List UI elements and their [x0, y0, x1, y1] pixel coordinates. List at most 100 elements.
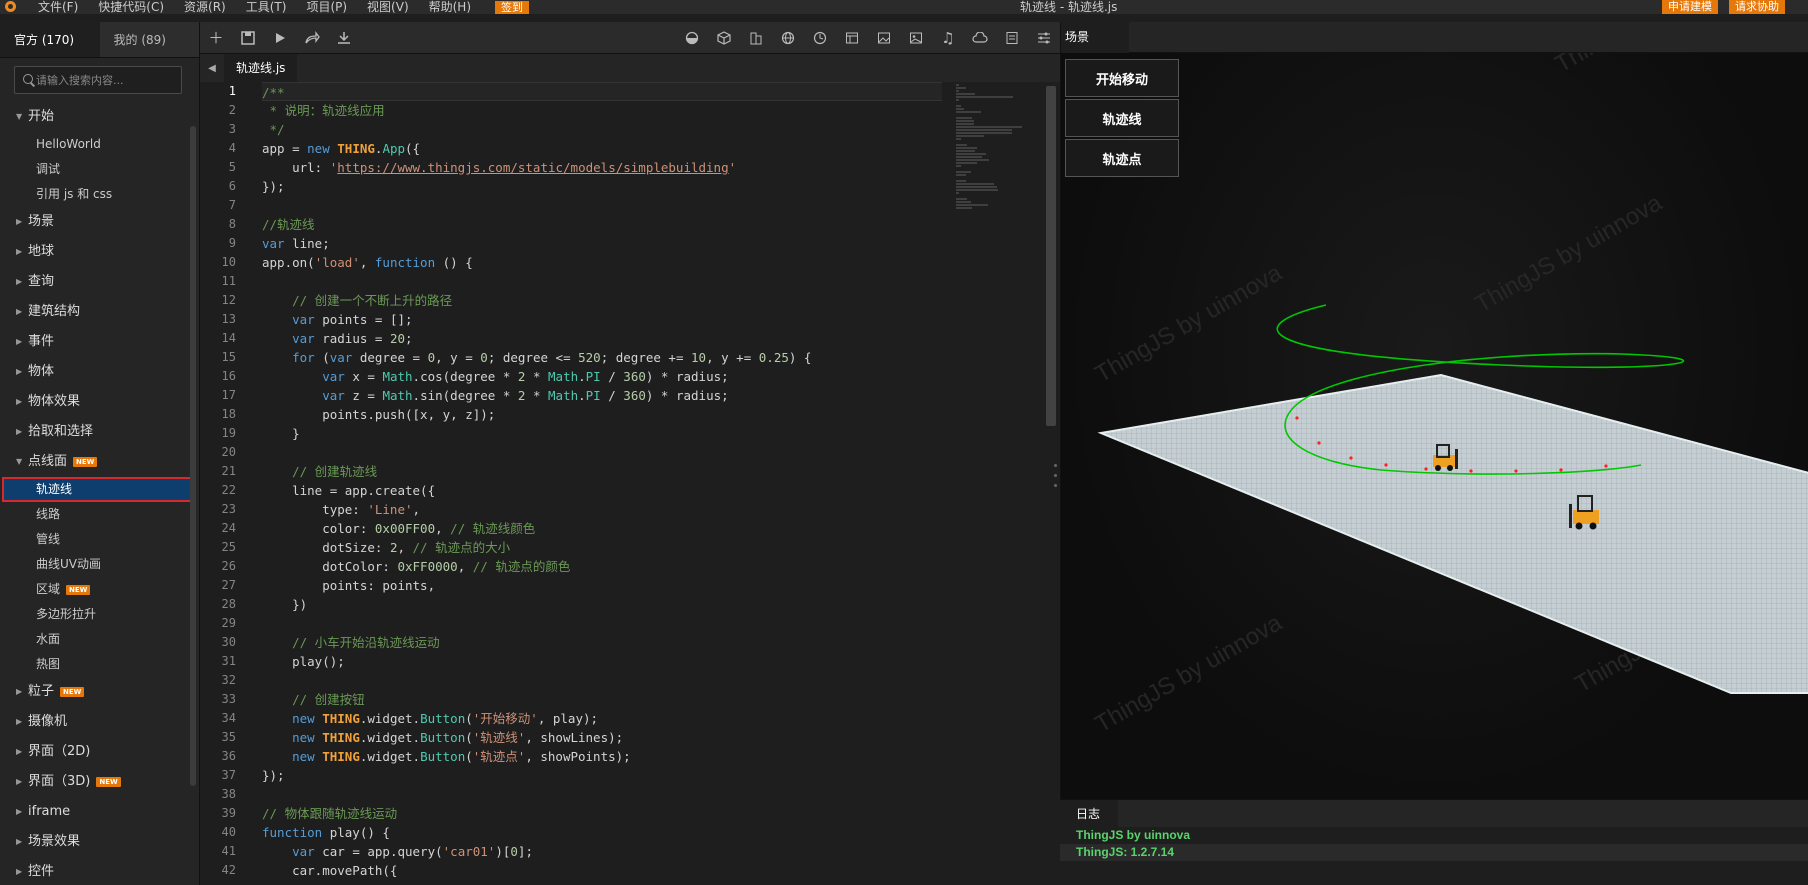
code-line[interactable]: var points = []; — [262, 310, 942, 329]
file-tab[interactable]: 轨迹线.js — [224, 54, 298, 82]
collapse-panel-icon[interactable]: ◀ — [200, 63, 224, 74]
code-line[interactable]: color: 0x00FF00, // 轨迹线颜色 — [262, 519, 942, 538]
menu-item[interactable]: 工具(T) — [246, 0, 287, 14]
tree-item-selected[interactable]: 轨迹线 — [2, 477, 192, 502]
code-minimap[interactable] — [956, 84, 1036, 209]
code-line[interactable]: // 创建按钮 — [262, 690, 942, 709]
download-icon[interactable] — [328, 22, 360, 54]
code-line[interactable]: /** — [262, 82, 942, 101]
code-line[interactable]: line = app.create({ — [262, 481, 942, 500]
code-line[interactable] — [262, 671, 942, 690]
code-line[interactable]: var line; — [262, 234, 942, 253]
tree-item[interactable]: 调试 — [0, 157, 190, 182]
tree-item[interactable]: 水面 — [0, 627, 190, 652]
code-line[interactable]: new THING.widget.Button('开始移动', play); — [262, 709, 942, 728]
tree-category[interactable]: ▶ 摄像机 — [0, 707, 190, 737]
code-line[interactable]: }); — [262, 766, 942, 785]
tree-category[interactable]: ▶ 场景 — [0, 207, 190, 237]
tree-category[interactable]: ▶ iframe — [0, 797, 190, 827]
layout-icon[interactable] — [836, 22, 868, 54]
tree-item[interactable]: 区域 NEW — [0, 577, 190, 602]
tree-item[interactable]: HelloWorld — [0, 132, 190, 157]
document-icon[interactable] — [996, 22, 1028, 54]
code-line[interactable]: url: 'https://www.thingjs.com/static/mod… — [262, 158, 942, 177]
globe-icon[interactable] — [772, 22, 804, 54]
panel-resize-handle[interactable] — [1052, 460, 1058, 490]
tree-category[interactable]: ▶ 查询 — [0, 267, 190, 297]
code-line[interactable]: // 创建一个不断上升的路径 — [262, 291, 942, 310]
environment-icon[interactable] — [676, 22, 708, 54]
signin-button[interactable]: 签到 — [495, 0, 530, 14]
code-line[interactable]: function play() { — [262, 823, 942, 842]
apply-modeling-button[interactable]: 申请建模 — [1662, 0, 1718, 14]
code-line[interactable] — [262, 785, 942, 804]
cloud-icon[interactable] — [964, 22, 996, 54]
clock-icon[interactable] — [804, 22, 836, 54]
building-icon[interactable] — [740, 22, 772, 54]
image-icon[interactable] — [868, 22, 900, 54]
tree-category[interactable]: ▼ 开始 — [0, 102, 190, 132]
picture-icon[interactable] — [900, 22, 932, 54]
menu-item[interactable]: 视图(V) — [367, 0, 409, 14]
code-line[interactable]: // 创建轨迹线 — [262, 462, 942, 481]
tree-category[interactable]: ▶ 物体 — [0, 357, 190, 387]
code-line[interactable]: * 说明：轨迹线应用 — [262, 101, 942, 120]
code-line[interactable]: var car = app.query('car01')[0]; — [262, 842, 942, 861]
request-help-button[interactable]: 请求协助 — [1729, 0, 1785, 14]
code-line[interactable]: }); — [262, 177, 942, 196]
menu-item[interactable]: 快捷代码(C) — [98, 0, 164, 14]
tab-mine[interactable]: 我的 (89) — [100, 22, 200, 57]
tree-category[interactable]: ▶ 粒子 NEW — [0, 677, 190, 707]
code-line[interactable]: dotColor: 0xFF0000, // 轨迹点的颜色 — [262, 557, 942, 576]
share-icon[interactable] — [296, 22, 328, 54]
code-line[interactable] — [262, 196, 942, 215]
code-line[interactable]: car.movePath({ — [262, 861, 942, 880]
tree-category[interactable]: ▶ 场景效果 — [0, 827, 190, 857]
code-line[interactable]: } — [262, 424, 942, 443]
start-move-button[interactable]: 开始移动 — [1065, 59, 1179, 97]
menu-item[interactable]: 文件(F) — [38, 0, 78, 14]
tree-item[interactable]: 管线 — [0, 527, 190, 552]
tree-category[interactable]: ▶ 事件 — [0, 327, 190, 357]
code-line[interactable]: var radius = 20; — [262, 329, 942, 348]
code-line[interactable]: dotSize: 2, // 轨迹点的大小 — [262, 538, 942, 557]
tree-item[interactable]: 曲线UV动画 — [0, 552, 190, 577]
code-line[interactable]: new THING.widget.Button('轨迹点', showPoint… — [262, 747, 942, 766]
tab-log[interactable]: 日志 — [1060, 800, 1118, 828]
menu-item[interactable]: 项目(P) — [306, 0, 347, 14]
code-line[interactable]: new THING.widget.Button('轨迹线', showLines… — [262, 728, 942, 747]
code-line[interactable]: // 物体跟随轨迹线运动 — [262, 804, 942, 823]
tree-category[interactable]: ▼ 点线面 NEW — [0, 447, 190, 477]
tree-category[interactable]: ▶ 地球 — [0, 237, 190, 267]
code-line[interactable]: app.on('load', function () { — [262, 253, 942, 272]
code-line[interactable]: //轨迹线 — [262, 215, 942, 234]
code-line[interactable]: points: points, — [262, 576, 942, 595]
save-icon[interactable] — [232, 22, 264, 54]
tree-item[interactable]: 线路 — [0, 502, 190, 527]
scene-viewport[interactable]: ThingJS by uinnova ThingJS by uinnova Th… — [1060, 53, 1808, 799]
code-line[interactable]: var z = Math.sin(degree * 2 * Math.PI / … — [262, 386, 942, 405]
settings-sliders-icon[interactable] — [1028, 22, 1060, 54]
tree-item[interactable]: 多边形拉升 — [0, 602, 190, 627]
tree-category[interactable]: ▶ 控件 — [0, 857, 190, 885]
menu-item[interactable]: 帮助(H) — [429, 0, 471, 14]
tab-official[interactable]: 官方 (170) — [0, 22, 100, 57]
new-file-icon[interactable]: ＋ — [200, 22, 232, 54]
code-line[interactable]: // 小车开始沿轨迹线运动 — [262, 633, 942, 652]
tree-category[interactable]: ▶ 界面（3D) NEW — [0, 767, 190, 797]
tree-category[interactable]: ▶ 界面（2D) — [0, 737, 190, 767]
tree-category[interactable]: ▶ 建筑结构 — [0, 297, 190, 327]
tab-scene[interactable]: 场景 — [1061, 22, 1129, 53]
tree-category[interactable]: ▶ 物体效果 — [0, 387, 190, 417]
code-line[interactable]: */ — [262, 120, 942, 139]
menu-item[interactable]: 资源(R) — [184, 0, 226, 14]
search-input[interactable] — [36, 73, 181, 87]
left-scrollbar[interactable] — [190, 126, 196, 786]
code-line[interactable]: app = new THING.App({ — [262, 139, 942, 158]
code-content[interactable]: /** * 说明：轨迹线应用 */app = new THING.App({ u… — [262, 82, 942, 880]
cube-icon[interactable] — [708, 22, 740, 54]
code-line[interactable]: type: 'Line', — [262, 500, 942, 519]
tree-category[interactable]: ▶ 拾取和选择 — [0, 417, 190, 447]
music-icon[interactable]: ♫ — [932, 22, 964, 54]
run-icon[interactable] — [264, 22, 296, 54]
